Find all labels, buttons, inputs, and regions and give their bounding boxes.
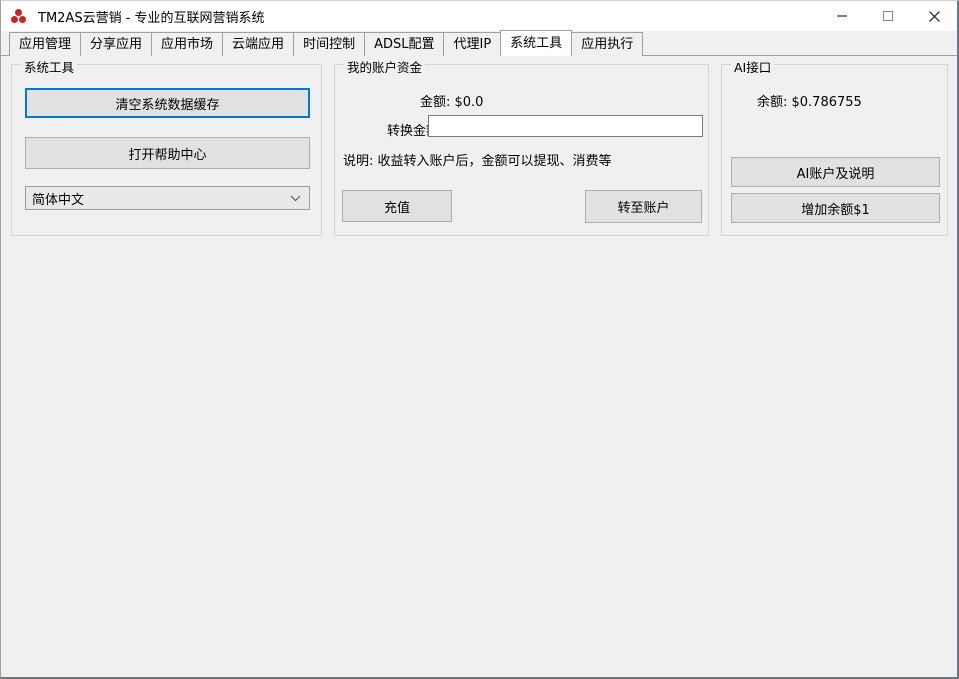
tab-share-apps[interactable]: 分享应用 (80, 32, 152, 56)
language-select[interactable]: 简体中文 (25, 186, 310, 210)
minimize-icon[interactable] (819, 1, 865, 31)
tab-app-execution[interactable]: 应用执行 (571, 32, 643, 56)
open-help-center-button[interactable]: 打开帮助中心 (25, 137, 310, 169)
add-balance-button[interactable]: 增加余额$1 (731, 193, 940, 223)
group-title-ai-interface: AI接口 (731, 57, 774, 76)
convert-amount-input[interactable] (428, 115, 703, 137)
ai-account-info-button[interactable]: AI账户及说明 (731, 157, 940, 187)
ai-balance-label: 余额: $0.786755 (757, 91, 862, 110)
group-system-tools: 系统工具 清空系统数据缓存 打开帮助中心 简体中文 (11, 64, 322, 236)
tab-system-tools[interactable]: 系统工具 (500, 30, 572, 56)
chevron-down-icon (289, 192, 301, 204)
window-title: TM2AS云营销 - 专业的互联网营销系统 (38, 7, 265, 26)
maximize-icon[interactable] (865, 1, 911, 31)
clear-system-cache-button[interactable]: 清空系统数据缓存 (25, 88, 310, 118)
recharge-button[interactable]: 充值 (342, 190, 452, 222)
group-ai-interface: AI接口 余额: $0.786755 AI账户及说明 增加余额$1 (721, 64, 948, 236)
tab-app-management[interactable]: 应用管理 (9, 32, 81, 56)
tab-cloud-apps[interactable]: 云端应用 (222, 32, 294, 56)
tab-app-market[interactable]: 应用市场 (151, 32, 223, 56)
account-amount-label: 金额: $0.0 (420, 91, 483, 110)
tab-bar: 应用管理 分享应用 应用市场 云端应用 时间控制 ADSL配置 代理IP 系统工… (1, 31, 957, 56)
language-select-value: 简体中文 (32, 189, 84, 208)
application-window: TM2AS云营销 - 专业的互联网营销系统 应用管理 分享应用 应用市场 云端应… (0, 0, 959, 679)
window-controls (819, 1, 957, 31)
tab-time-control[interactable]: 时间控制 (293, 32, 365, 56)
group-title-system-tools: 系统工具 (21, 57, 77, 76)
group-title-account-funds: 我的账户资金 (344, 57, 425, 76)
app-logo-icon (8, 5, 30, 27)
tab-adsl-config[interactable]: ADSL配置 (364, 32, 444, 56)
transfer-to-account-button[interactable]: 转至账户 (585, 190, 702, 223)
tab-proxy-ip[interactable]: 代理IP (443, 32, 501, 56)
funds-note-text: 说明: 收益转入账户后，金额可以提现、消费等 (343, 150, 612, 169)
tab-content-system-tools: 系统工具 清空系统数据缓存 打开帮助中心 简体中文 我的账户资金 金额: $0.… (1, 56, 957, 677)
title-bar: TM2AS云营销 - 专业的互联网营销系统 (1, 1, 957, 31)
close-icon[interactable] (911, 1, 957, 31)
group-account-funds: 我的账户资金 金额: $0.0 转换金额: 说明: 收益转入账户后，金额可以提现… (334, 64, 709, 236)
